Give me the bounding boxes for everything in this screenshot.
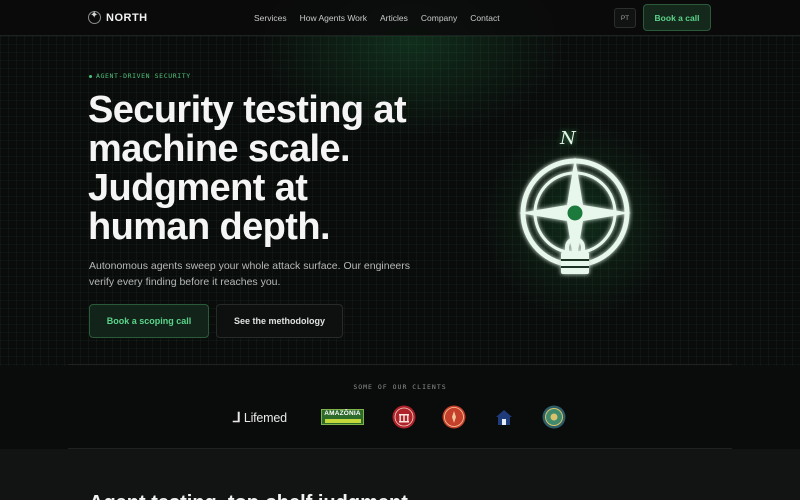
compass-lock-icon	[519, 157, 631, 274]
institution-seal-logo	[392, 405, 416, 429]
top-navigation: NORTH Services How Agents Work Articles …	[0, 0, 800, 36]
lifemed-logo: ⅃ Lifemed	[233, 409, 287, 426]
book-scoping-call-button[interactable]: Book a scoping call	[89, 304, 209, 338]
clients-label: SOME OF OUR CLIENTS	[353, 383, 447, 391]
emblem-logo	[542, 405, 566, 429]
hero-title-line-2: machine scale.	[88, 128, 351, 170]
hero-subtitle: Autonomous agents sweep your whole attac…	[89, 260, 411, 288]
hero-title-line-3: Judgment at	[88, 167, 308, 209]
lifemed-text: Lifemed	[243, 410, 287, 425]
amazonia-subtitle-bar	[324, 419, 361, 423]
section-divider	[68, 364, 732, 365]
red-seal-logo	[442, 405, 466, 429]
brand-logo[interactable]: NORTH	[88, 10, 148, 24]
nav-link-articles[interactable]: Articles	[380, 13, 408, 23]
nav-link-services[interactable]: Services	[254, 13, 287, 23]
amazonia-text: AMAZÔNIA	[324, 410, 361, 417]
nav-link-how-agents-work[interactable]: How Agents Work	[300, 13, 367, 23]
nav-link-company[interactable]: Company	[421, 13, 457, 23]
nav-link-contact[interactable]: Contact	[470, 13, 499, 23]
hero-eyebrow: AGENT-DRIVEN SECURITY	[89, 72, 191, 80]
next-section-heading: Agent testing, top-shelf judgment	[89, 492, 408, 500]
language-toggle-button[interactable]: PT	[614, 8, 636, 28]
home-shield-logo	[496, 410, 512, 425]
lifemed-mark-icon: ⅃	[233, 409, 241, 425]
hero-title-line-4: human depth.	[88, 206, 331, 248]
eyebrow-dot-icon	[89, 74, 92, 78]
nav-links: Services How Agents Work Articles Compan…	[254, 13, 500, 23]
eyebrow-text: AGENT-DRIVEN SECURITY	[96, 72, 191, 80]
see-methodology-button[interactable]: See the methodology	[216, 304, 343, 338]
book-call-button[interactable]: Book a call	[643, 4, 711, 31]
hero-title-line-1: Security testing at	[88, 89, 407, 131]
compass-star-icon	[88, 10, 101, 24]
brand-name: NORTH	[106, 11, 148, 24]
amazonia-logo: AMAZÔNIA	[321, 409, 364, 425]
hero-title: Security testing at machine scale. Judgm…	[88, 91, 448, 247]
